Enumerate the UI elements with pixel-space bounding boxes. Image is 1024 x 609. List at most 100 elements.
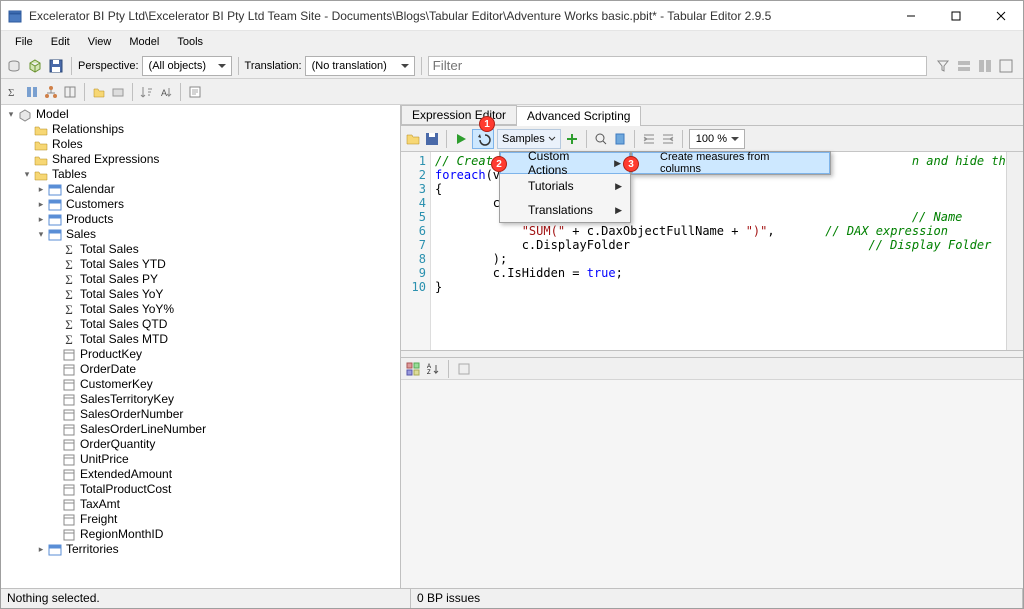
save-script-icon[interactable] xyxy=(424,131,440,147)
sigma-toggle-icon[interactable]: Σ xyxy=(5,84,21,100)
tree-measure[interactable]: ΣTotal Sales PY xyxy=(1,272,400,287)
tree-column[interactable]: OrderQuantity xyxy=(1,437,400,452)
alpha-icon[interactable]: AZ xyxy=(425,361,441,377)
categorize-icon[interactable] xyxy=(405,361,421,377)
splitter[interactable] xyxy=(401,350,1023,358)
perspective-combo[interactable]: (All objects) xyxy=(142,56,232,76)
tree-table[interactable]: ▸Customers xyxy=(1,197,400,212)
line-gutter: 12345678910 xyxy=(401,152,431,350)
menu-view[interactable]: View xyxy=(80,34,120,50)
filter-icon[interactable] xyxy=(934,57,952,75)
tree-column[interactable]: UnitPrice xyxy=(1,452,400,467)
tree-column[interactable]: RegionMonthID xyxy=(1,527,400,542)
tree-column[interactable]: SalesTerritoryKey xyxy=(1,392,400,407)
menu-tools[interactable]: Tools xyxy=(169,34,211,50)
toolbar-tree: Σ A xyxy=(1,79,1023,105)
model-tree-pane: ▾Model Relationships Roles Shared Expres… xyxy=(1,105,401,588)
prop-pages-icon[interactable] xyxy=(456,361,472,377)
tree-column[interactable]: ProductKey xyxy=(1,347,400,362)
menu-tutorials[interactable]: Tutorials▶ xyxy=(500,174,630,198)
separator xyxy=(682,130,683,148)
tree-column[interactable]: TotalProductCost xyxy=(1,482,400,497)
tree-column[interactable]: TaxAmt xyxy=(1,497,400,512)
tab-advanced-scripting[interactable]: Advanced Scripting xyxy=(516,106,641,126)
script-icon[interactable] xyxy=(187,84,203,100)
custom-actions-submenu: Create measures from columns 3 xyxy=(631,151,831,175)
menu-edit[interactable]: Edit xyxy=(43,34,78,50)
menu-custom-actions[interactable]: Custom Actions▶ 2 xyxy=(500,152,630,174)
separator xyxy=(448,360,449,378)
tree-measure[interactable]: ΣTotal Sales xyxy=(1,242,400,257)
layout2-icon[interactable] xyxy=(976,57,994,75)
add-action-icon[interactable] xyxy=(564,131,580,147)
close-button[interactable] xyxy=(978,1,1023,31)
separator xyxy=(586,130,587,148)
tree-measure[interactable]: ΣTotal Sales YoY% xyxy=(1,302,400,317)
tree-column[interactable]: SalesOrderLineNumber xyxy=(1,422,400,437)
hierarchy-icon[interactable] xyxy=(43,84,59,100)
cube-icon[interactable] xyxy=(26,57,44,75)
main-area: ▾Model Relationships Roles Shared Expres… xyxy=(1,105,1023,588)
zoom-combo[interactable]: 100 % xyxy=(689,129,745,149)
tree-column[interactable]: CustomerKey xyxy=(1,377,400,392)
outdent-icon[interactable] xyxy=(660,131,676,147)
hidden-toggle-icon[interactable] xyxy=(110,84,126,100)
tree-measure[interactable]: ΣTotal Sales MTD xyxy=(1,332,400,347)
svg-text:Z: Z xyxy=(427,370,431,376)
tree-folder[interactable]: Shared Expressions xyxy=(1,152,400,167)
status-selection: Nothing selected. xyxy=(1,589,411,608)
alpha-sort-icon[interactable]: A xyxy=(158,84,174,100)
app-icon xyxy=(7,8,23,24)
menu-file[interactable]: File xyxy=(7,34,41,50)
minimize-button[interactable] xyxy=(888,1,933,31)
maximize-button[interactable] xyxy=(933,1,978,31)
tree-root[interactable]: ▾Model xyxy=(1,107,400,122)
tree-tables[interactable]: ▾Tables xyxy=(1,167,400,182)
code-scrollbar[interactable] xyxy=(1006,152,1023,350)
tree-folder[interactable]: Roles xyxy=(1,137,400,152)
svg-text:Σ: Σ xyxy=(8,87,14,99)
indent-icon[interactable] xyxy=(641,131,657,147)
tree-measure[interactable]: ΣTotal Sales YTD xyxy=(1,257,400,272)
separator xyxy=(180,83,181,101)
samples-menu: Custom Actions▶ 2 Tutorials▶ Translation… xyxy=(499,151,631,223)
menu-create-measures[interactable]: Create measures from columns 3 xyxy=(632,152,830,174)
tree-column[interactable]: SalesOrderNumber xyxy=(1,407,400,422)
app-window: Excelerator BI Pty Ltd\Excelerator BI Pt… xyxy=(0,0,1024,609)
tree-measure[interactable]: ΣTotal Sales YoY xyxy=(1,287,400,302)
samples-dropdown[interactable]: Samples xyxy=(497,129,561,149)
property-grid[interactable] xyxy=(401,380,1023,588)
translation-combo[interactable]: (No translation) xyxy=(305,56,415,76)
filter-input[interactable] xyxy=(428,56,927,76)
tab-expression-editor[interactable]: Expression Editor xyxy=(401,105,517,125)
tree-table[interactable]: ▸Calendar xyxy=(1,182,400,197)
property-pane: AZ xyxy=(401,358,1023,588)
layout3-icon[interactable] xyxy=(997,57,1015,75)
find-icon[interactable] xyxy=(593,131,609,147)
partition-icon[interactable] xyxy=(62,84,78,100)
open-script-icon[interactable] xyxy=(405,131,421,147)
save-icon[interactable] xyxy=(47,57,65,75)
tree-column[interactable]: OrderDate xyxy=(1,362,400,377)
model-tree[interactable]: ▾Model Relationships Roles Shared Expres… xyxy=(1,105,400,588)
tree-table[interactable]: ▸Territories xyxy=(1,542,400,557)
menu-model[interactable]: Model xyxy=(121,34,167,50)
window-title: Excelerator BI Pty Ltd\Excelerator BI Pt… xyxy=(29,9,888,23)
sort-icon[interactable] xyxy=(139,84,155,100)
bookmark-icon[interactable] xyxy=(612,131,628,147)
folder-toggle-icon[interactable] xyxy=(91,84,107,100)
undo-icon[interactable] xyxy=(472,129,494,149)
code-editor[interactable]: 12345678910 // Create n and hide the col… xyxy=(401,152,1023,350)
column-toggle-icon[interactable] xyxy=(24,84,40,100)
run-script-icon[interactable] xyxy=(453,131,469,147)
callout-3: 3 xyxy=(623,156,639,172)
tree-column[interactable]: Freight xyxy=(1,512,400,527)
tree-column[interactable]: ExtendedAmount xyxy=(1,467,400,482)
layout1-icon[interactable] xyxy=(955,57,973,75)
connect-icon[interactable] xyxy=(5,57,23,75)
tree-measure[interactable]: ΣTotal Sales QTD xyxy=(1,317,400,332)
menu-translations[interactable]: Translations▶ xyxy=(500,198,630,222)
tree-folder[interactable]: Relationships xyxy=(1,122,400,137)
tree-table[interactable]: ▸Products xyxy=(1,212,400,227)
tree-table-sales[interactable]: ▾Sales xyxy=(1,227,400,242)
